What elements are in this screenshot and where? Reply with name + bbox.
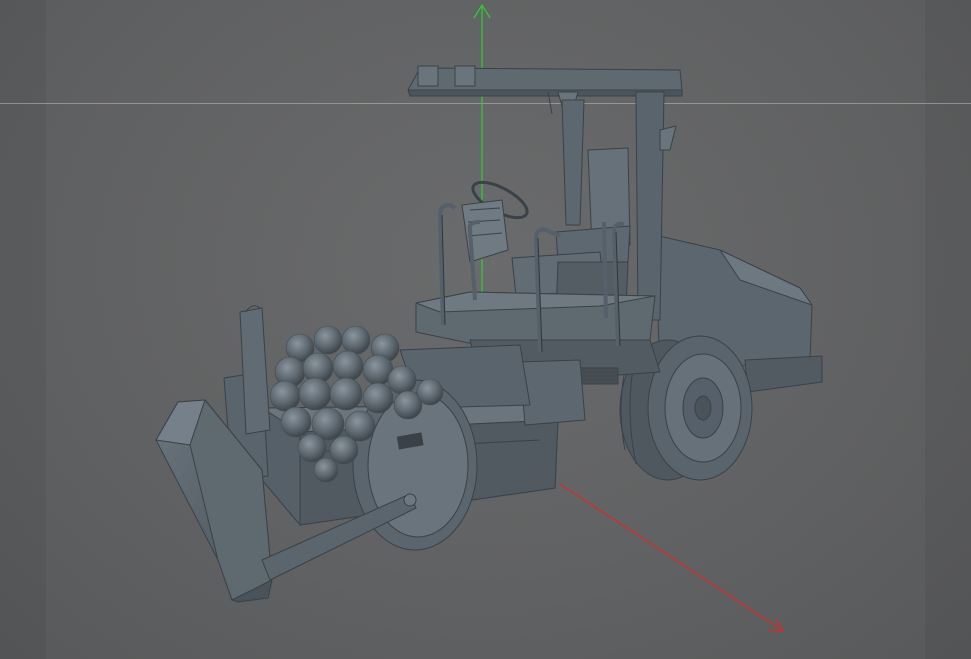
x-axis-arrow xyxy=(559,483,785,632)
3d-viewport[interactable] xyxy=(0,0,971,659)
scene-canvas[interactable] xyxy=(0,0,971,659)
compactor-model[interactable] xyxy=(155,65,823,603)
